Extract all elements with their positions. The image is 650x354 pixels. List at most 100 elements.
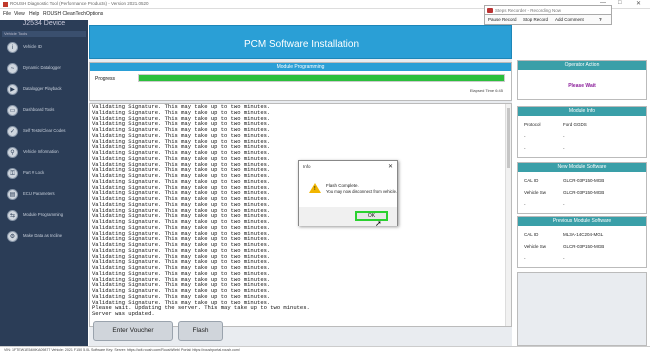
sidebar-item-part-lock[interactable]: ⚿ Part # Lock	[3, 166, 87, 180]
close-button[interactable]: ✕	[636, 0, 641, 7]
progress-label: Progress	[95, 76, 116, 82]
ok-button[interactable]: OK	[355, 211, 388, 221]
dialog-footer: OK	[299, 207, 397, 226]
app-logo-icon	[3, 2, 8, 7]
gear-icon: ⚙	[7, 231, 18, 242]
sidebar-item-dashboard-tools[interactable]: ▭ Dashboard Tools	[3, 103, 87, 117]
new-software-key: -	[524, 202, 526, 207]
sidebar-item-vehicle-id[interactable]: i Vehicle ID	[3, 40, 87, 54]
module-info-value: -	[563, 134, 565, 139]
sidebar-item-datalogger-playback[interactable]: ▶ Datalogger Playback	[3, 82, 87, 96]
new-software-key: Vehicle Sw	[524, 190, 547, 195]
previous-software-panel: Previous Module Software CAL ID ML3A-14C2…	[517, 216, 647, 268]
new-software-value: -	[563, 202, 565, 207]
previous-software-header: Previous Module Software	[518, 217, 646, 226]
previous-software-key: -	[524, 256, 526, 261]
module-info-header: Module Info	[518, 107, 646, 116]
elapsed-time: Elapsed Time 6:45	[469, 88, 503, 93]
operator-action-panel: Operator Action Please Wait	[517, 60, 647, 100]
graph-icon: ~	[7, 63, 18, 74]
sidebar-item-label: Self Tests/Clear Codes	[23, 128, 66, 133]
sidebar: J2534 Device Vehicle Tools i Vehicle ID ~…	[0, 20, 88, 346]
module-info-key: Protocol	[524, 122, 541, 127]
window-title: ROUSH Diagnostic Tool (Performance Produ…	[10, 1, 149, 6]
sidebar-item-label: Datalogger Playback	[23, 86, 62, 91]
menu-view[interactable]: View	[14, 11, 25, 17]
module-programming-header: Module Programming	[90, 63, 511, 71]
module-info-key: -	[524, 134, 526, 139]
sidebar-item-module-programming[interactable]: ⇆ Module Programming	[3, 208, 87, 222]
steps-recorder-icon	[487, 8, 493, 13]
sidebar-item-label: ECU Parameters	[23, 191, 55, 196]
sidebar-item-label: Part # Lock	[23, 170, 45, 175]
sidebar-item-label: Vehicle Information	[23, 149, 59, 154]
sidebar-item-label: Make Data as Incline	[23, 233, 63, 238]
previous-software-key: CAL ID	[524, 232, 539, 237]
mouse-cursor-icon: ➚	[375, 219, 382, 228]
menu-help[interactable]: Help	[29, 11, 39, 17]
list-icon: ▤	[7, 189, 18, 200]
steps-recorder-toolbar: Pause Record Stop Record Add Comment ?	[484, 15, 612, 25]
empty-panel	[517, 272, 647, 346]
dialog-title: Info	[303, 164, 311, 169]
new-software-header: New Module Software	[518, 163, 646, 172]
menu-roush-cleantech[interactable]: ROUSH CleanTech	[43, 11, 86, 17]
sidebar-item-ecu-parameters[interactable]: ▤ ECU Parameters	[3, 187, 87, 201]
page-title: PCM Software Installation	[243, 39, 360, 50]
module-info-key: -	[524, 146, 526, 151]
warning-mark-icon: !	[314, 186, 316, 192]
previous-software-key: Vehicle Sw	[524, 244, 547, 249]
add-comment-button[interactable]: Add Comment	[555, 17, 584, 22]
steps-recorder-title-text: Steps Recorder - Recording Now	[495, 8, 562, 13]
menu-options[interactable]: Options	[86, 11, 103, 17]
dialog-detail: You may now disconnect from vehicle.	[326, 189, 398, 194]
sidebar-item-label: Vehicle ID	[23, 44, 42, 49]
new-software-panel: New Module Software CAL ID GLCR-03P150-MG…	[517, 162, 647, 214]
sidebar-item-label: Dynamic Datalogger	[23, 65, 61, 70]
page-header: PCM Software Installation	[89, 25, 512, 59]
check-icon: ✓	[7, 126, 18, 137]
menu-file[interactable]: File	[3, 11, 11, 17]
search-icon: ⚲	[7, 147, 18, 158]
sidebar-item-vehicle-information[interactable]: ⚲ Vehicle Information	[3, 145, 87, 159]
dialog-close-icon[interactable]: ✕	[388, 163, 393, 170]
previous-software-value: -	[563, 256, 565, 261]
device-label: J2534 Device	[22, 20, 66, 27]
sidebar-item-dynamic-datalogger[interactable]: ~ Dynamic Datalogger	[3, 61, 87, 75]
sidebar-item-self-tests[interactable]: ✓ Self Tests/Clear Codes	[3, 124, 87, 138]
module-info-value: Ford GGDS	[563, 122, 587, 127]
new-software-value: GLCR-03P150-MGB	[563, 178, 605, 183]
dialog-message: Flash Complete.	[326, 183, 359, 188]
sidebar-item-make-data[interactable]: ⚙ Make Data as Incline	[3, 229, 87, 243]
maximize-button[interactable]: □	[618, 0, 622, 6]
log-scrollbar[interactable]	[505, 104, 511, 326]
previous-software-value: GLCR-03P150-MGB	[563, 244, 605, 249]
new-software-value: GLCR-03P150-MGB	[563, 190, 605, 195]
sidebar-item-label: Dashboard Tools	[23, 107, 55, 112]
help-icon[interactable]: ?	[599, 17, 602, 22]
log-line: Server was updated.	[92, 310, 155, 317]
lock-icon: ⚿	[7, 168, 18, 179]
operator-status: Please Wait	[568, 83, 596, 89]
status-bar: VIN: 1FTEW1E54MKA09877 Vehicle: 2021 F15…	[0, 346, 650, 354]
stop-record-button[interactable]: Stop Record	[523, 17, 548, 22]
progress-fill	[139, 75, 504, 81]
sidebar-item-label: Module Programming	[23, 212, 64, 217]
info-icon: i	[7, 42, 18, 53]
previous-software-value: ML3A-14C204-MGL	[563, 232, 604, 237]
dashboard-icon: ▭	[7, 105, 18, 116]
module-info-value: -	[563, 146, 565, 151]
pause-record-button[interactable]: Pause Record	[488, 17, 517, 22]
swap-icon: ⇆	[7, 210, 18, 221]
module-info-panel: Module Info Protocol Ford GGDS - - - -	[517, 106, 647, 158]
flash-button[interactable]: Flash	[178, 321, 223, 341]
steps-recorder-title: Steps Recorder - Recording Now	[484, 5, 612, 15]
scrollbar-thumb[interactable]	[507, 108, 510, 168]
module-programming-panel: Module Programming Progress Elapsed Time…	[89, 62, 512, 101]
operator-action-header: Operator Action	[518, 61, 646, 70]
play-icon: ▶	[7, 84, 18, 95]
new-software-key: CAL ID	[524, 178, 539, 183]
progress-bar	[138, 74, 505, 82]
sidebar-subheader: Vehicle Tools	[2, 31, 86, 37]
enter-voucher-button[interactable]: Enter Voucher	[93, 321, 173, 341]
